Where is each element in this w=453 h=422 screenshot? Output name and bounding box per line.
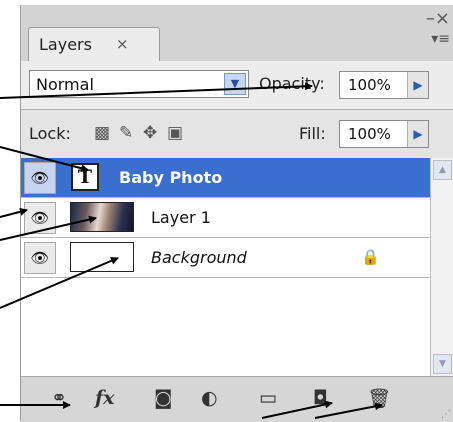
- tab-close-icon[interactable]: ×: [116, 35, 129, 53]
- eye-icon[interactable]: 👁: [24, 202, 56, 234]
- image-layer-thumbnail: [70, 202, 134, 232]
- fill-value: 100%: [348, 125, 391, 143]
- mask-icon[interactable]: ◙: [154, 387, 172, 409]
- fx-icon[interactable]: fx: [95, 387, 115, 409]
- blend-mode-row: Normal ▼ Opacity: 100% ▶: [21, 61, 453, 110]
- tab-layers-label: Layers: [39, 35, 92, 54]
- fill-field[interactable]: 100% ▶: [339, 120, 429, 148]
- lock-transparent-pixels-icon[interactable]: ▩: [94, 123, 110, 143]
- lock-row: Lock: ▩ ✎ ✥ ▣ Fill: 100% ▶: [21, 110, 453, 159]
- opacity-value: 100%: [348, 76, 391, 94]
- layers-scrollbar[interactable]: ▲ ▼: [430, 158, 453, 376]
- trash-icon[interactable]: 🗑: [367, 387, 391, 410]
- lock-image-pixels-icon[interactable]: ✎: [119, 123, 133, 143]
- type-layer-thumbnail: T: [71, 163, 99, 191]
- layers-panel: –× ▾≡ Layers × Normal ▼ Opacity: 100% ▶ …: [20, 5, 453, 422]
- opacity-field[interactable]: 100% ▶: [339, 71, 429, 99]
- resize-grip-icon[interactable]: ⋰: [441, 409, 451, 420]
- link-icon[interactable]: ⚭: [51, 387, 67, 409]
- scroll-down-icon[interactable]: ▼: [433, 354, 452, 374]
- background-layer-thumbnail: [70, 242, 134, 272]
- folder-icon[interactable]: ▭: [259, 387, 277, 409]
- tab-layers[interactable]: Layers ×: [28, 27, 160, 62]
- blend-mode-value: Normal: [36, 75, 94, 94]
- layer-row-background[interactable]: 👁 Background 🔒: [21, 238, 430, 278]
- scroll-up-icon[interactable]: ▲: [433, 160, 452, 180]
- lock-icon: 🔒: [361, 248, 380, 266]
- eye-icon[interactable]: 👁: [24, 162, 56, 194]
- panel-menu-icon[interactable]: ▾≡: [431, 31, 450, 47]
- layers-list: 👁 T Baby Photo 👁 Layer 1 👁 Background 🔒: [21, 158, 430, 376]
- panel-tab-strip: –× ▾≡ Layers ×: [21, 5, 453, 62]
- opacity-slider-arrow-icon[interactable]: ▶: [407, 72, 428, 98]
- blend-mode-select[interactable]: Normal ▼: [29, 70, 249, 98]
- lock-all-icon[interactable]: ▣: [167, 123, 183, 143]
- new-layer-icon[interactable]: ◘: [313, 387, 328, 409]
- layer-row-layer-1[interactable]: 👁 Layer 1: [21, 198, 430, 238]
- lock-position-icon[interactable]: ✥: [143, 123, 157, 143]
- layer-name[interactable]: Layer 1: [151, 208, 211, 227]
- layer-name[interactable]: Background: [151, 248, 247, 267]
- chevron-down-icon[interactable]: ▼: [224, 73, 246, 95]
- panel-close-icon[interactable]: –×: [426, 8, 450, 29]
- fill-label: Fill:: [299, 124, 326, 143]
- opacity-label: Opacity:: [259, 74, 325, 93]
- eye-icon[interactable]: 👁: [24, 242, 56, 274]
- adjustment-icon[interactable]: ◐: [201, 387, 218, 409]
- lock-label: Lock:: [29, 124, 71, 143]
- layers-bottom-toolbar: ⚭ fx ◙ ◐ ▭ ◘ 🗑 ⋰: [21, 376, 453, 422]
- layer-name[interactable]: Baby Photo: [119, 168, 222, 187]
- fill-slider-arrow-icon[interactable]: ▶: [407, 121, 428, 147]
- layer-row-baby-photo[interactable]: 👁 T Baby Photo: [21, 158, 430, 198]
